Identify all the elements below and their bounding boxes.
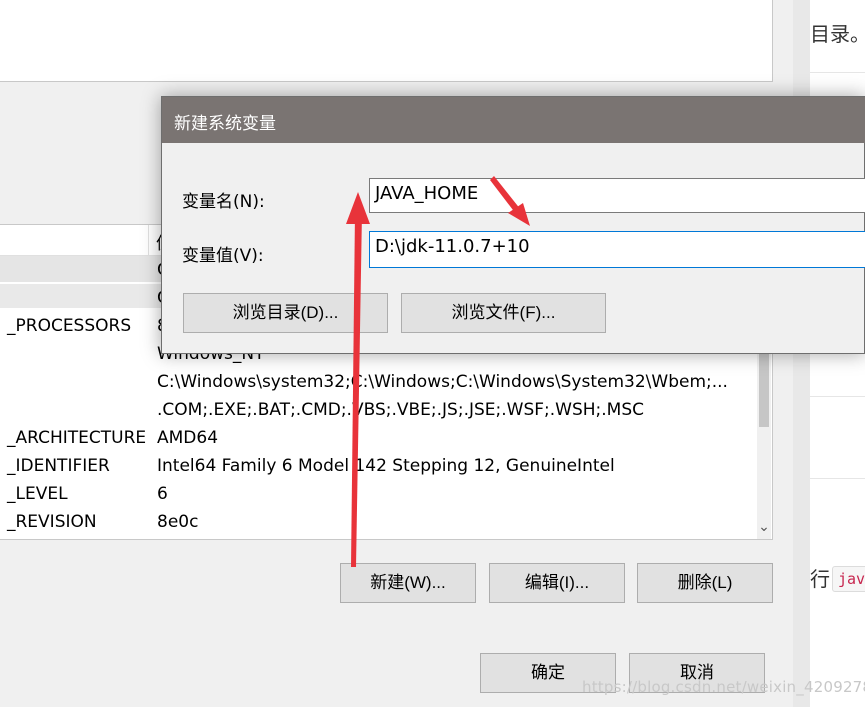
row-value: .COM;.EXE;.BAT;.CMD;.VBS;.VBE;.JS;.JSE;.… xyxy=(157,400,645,420)
table-row[interactable]: _ARCHITECTURE AMD64 xyxy=(0,424,757,452)
browse-directory-button[interactable]: 浏览目录(D)... xyxy=(183,293,388,333)
table-row[interactable]: .COM;.EXE;.BAT;.CMD;.VBS;.VBE;.JS;.JSE;.… xyxy=(0,396,757,424)
page-text-fragment: 目录。 xyxy=(810,22,865,46)
inline-code: java xyxy=(832,566,865,592)
scrollbar-thumb[interactable] xyxy=(759,345,769,427)
watermark: https://blog.csdn.net/weixin_42092787 xyxy=(582,678,865,696)
row-value: Intel64 Family 6 Model 142 Stepping 12, … xyxy=(157,456,615,476)
variable-value-input[interactable]: D:\jdk-11.0.7+10 xyxy=(369,231,865,268)
row-name: _REVISION xyxy=(7,512,97,532)
row-value: 6 xyxy=(157,484,168,504)
variable-value-label: 变量值(V): xyxy=(182,246,264,266)
row-name: _IDENTIFIER xyxy=(7,456,110,476)
row-name: _PROCESSORS xyxy=(7,316,132,336)
new-system-variable-dialog: 新建系统变量 变量名(N): JAVA_HOME 变量值(V): D:\jdk-… xyxy=(161,96,865,354)
scroll-down-icon[interactable]: ⌄ xyxy=(757,517,771,537)
page-text-fragment: 行 xyxy=(810,567,830,591)
new-variable-button[interactable]: 新建(W)... xyxy=(340,563,476,603)
row-value: AMD64 xyxy=(157,428,219,448)
row-value: C:\Windows\system32;C:\Windows;C:\Window… xyxy=(157,372,728,392)
divider xyxy=(810,478,865,479)
browse-file-button[interactable]: 浏览文件(F)... xyxy=(401,293,606,333)
row-value: 8e0c xyxy=(157,512,199,532)
table-row[interactable]: _IDENTIFIER Intel64 Family 6 Model 142 S… xyxy=(0,452,757,480)
dialog-title-bar[interactable]: 新建系统变量 xyxy=(162,97,865,143)
divider xyxy=(810,396,865,397)
row-name: _ARCHITECTURE xyxy=(7,428,147,448)
edit-variable-button[interactable]: 编辑(I)... xyxy=(489,563,625,603)
table-row[interactable]: _LEVEL 6 xyxy=(0,480,757,508)
column-divider[interactable] xyxy=(148,225,149,255)
user-variables-list[interactable] xyxy=(0,0,773,82)
dialog-title: 新建系统变量 xyxy=(174,114,276,134)
variable-name-input[interactable]: JAVA_HOME xyxy=(369,178,865,213)
table-row[interactable]: C:\Windows\system32;C:\Windows;C:\Window… xyxy=(0,368,757,396)
row-name: _LEVEL xyxy=(7,484,68,504)
delete-variable-button[interactable]: 删除(L) xyxy=(637,563,773,603)
divider xyxy=(810,72,865,73)
variable-name-label: 变量名(N): xyxy=(182,192,265,212)
table-row[interactable]: _REVISION 8e0c xyxy=(0,508,757,536)
